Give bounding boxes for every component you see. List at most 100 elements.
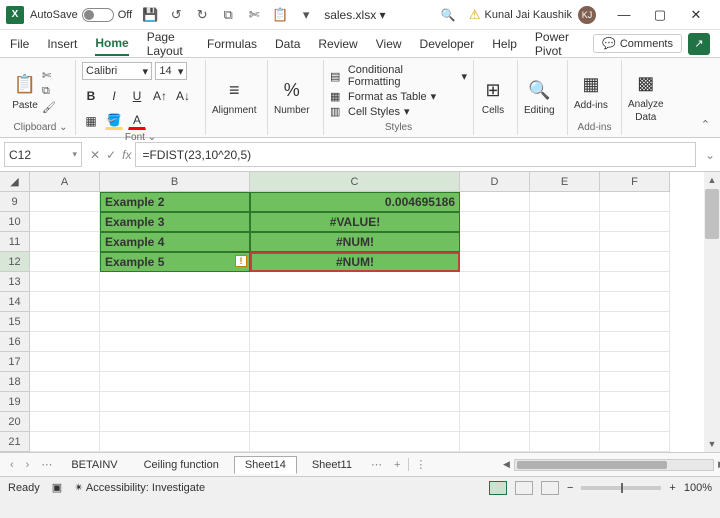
horizontal-scrollbar[interactable]: ◀▶ xyxy=(514,459,714,471)
cell-A10[interactable] xyxy=(30,212,100,232)
cell-D10[interactable] xyxy=(460,212,530,232)
comments-button[interactable]: 💬 Comments xyxy=(593,34,682,53)
row-header-18[interactable]: 18 xyxy=(0,372,30,392)
tab-review[interactable]: Review xyxy=(318,33,357,55)
cut-icon[interactable]: ✄ xyxy=(246,7,262,23)
cell-B9[interactable]: Example 2 xyxy=(100,192,250,212)
cancel-formula-icon[interactable]: ✕ xyxy=(90,148,100,162)
cut-mini-icon[interactable]: ✄ xyxy=(42,69,58,82)
row-header-12[interactable]: 12 xyxy=(0,252,30,272)
cell-A9[interactable] xyxy=(30,192,100,212)
tab-help[interactable]: Help xyxy=(492,33,517,55)
tab-home[interactable]: Home xyxy=(95,32,128,56)
tab-page-layout[interactable]: Page Layout xyxy=(147,26,189,62)
spreadsheet-grid[interactable]: ◢ A B C D E F 9 Example 2 0.004695186 10… xyxy=(0,172,720,452)
col-header-F[interactable]: F xyxy=(600,172,670,192)
underline-button[interactable]: U xyxy=(128,87,146,105)
scroll-thumb[interactable] xyxy=(705,189,719,239)
row-header-9[interactable]: 9 xyxy=(0,192,30,212)
cell-styles-button[interactable]: ▥Cell Styles ▾ xyxy=(330,105,467,118)
zoom-out-icon[interactable]: − xyxy=(567,482,573,494)
bold-button[interactable]: B xyxy=(82,87,100,105)
italic-button[interactable]: I xyxy=(105,87,123,105)
copy-icon[interactable]: ⧉ xyxy=(220,7,236,23)
formula-input[interactable]: =FDIST(23,10^20,5) xyxy=(135,142,696,167)
cell-D9[interactable] xyxy=(460,192,530,212)
row-header-21[interactable]: 21 xyxy=(0,432,30,452)
row-header-19[interactable]: 19 xyxy=(0,392,30,412)
sheet-tab-ceiling[interactable]: Ceiling function xyxy=(133,456,230,474)
tab-data[interactable]: Data xyxy=(275,33,300,55)
cell-B12[interactable]: Example 5! xyxy=(100,252,250,272)
col-header-B[interactable]: B xyxy=(100,172,250,192)
user-avatar[interactable]: KJ xyxy=(578,6,596,24)
cell-B10[interactable]: Example 3 xyxy=(100,212,250,232)
select-all-corner[interactable]: ◢ xyxy=(0,172,30,192)
tab-split-handle[interactable]: ⋮ xyxy=(408,458,430,471)
col-header-D[interactable]: D xyxy=(460,172,530,192)
warning-icon[interactable]: ⚠ xyxy=(469,7,481,23)
format-painter-icon[interactable]: 🖌 xyxy=(42,101,58,114)
cell-C12[interactable]: #NUM! xyxy=(250,252,460,272)
sheet-tab-sheet14[interactable]: Sheet14 xyxy=(234,456,297,474)
fill-color-button[interactable]: 🪣 xyxy=(105,112,123,130)
addins-button[interactable]: ▦Add-ins xyxy=(574,72,608,111)
sheet-tab-sheet11[interactable]: Sheet11 xyxy=(301,456,363,474)
sheet-nav-next-icon[interactable]: › xyxy=(22,459,34,471)
row-header-10[interactable]: 10 xyxy=(0,212,30,232)
row-header-17[interactable]: 17 xyxy=(0,352,30,372)
minimize-button[interactable]: — xyxy=(606,1,642,29)
autosave-toggle[interactable]: AutoSave Off xyxy=(30,8,132,22)
row-header-14[interactable]: 14 xyxy=(0,292,30,312)
accessibility-status[interactable]: ✴ Accessibility: Investigate xyxy=(74,481,205,494)
row-header-11[interactable]: 11 xyxy=(0,232,30,252)
cell-F11[interactable] xyxy=(600,232,670,252)
cell-F9[interactable] xyxy=(600,192,670,212)
cell-A11[interactable] xyxy=(30,232,100,252)
analyze-data-button[interactable]: ▩AnalyzeData xyxy=(628,71,664,123)
autosave-switch-icon[interactable] xyxy=(82,8,114,22)
font-size-select[interactable]: 14 ▾ xyxy=(155,62,187,80)
row-header-20[interactable]: 20 xyxy=(0,412,30,432)
cell-E9[interactable] xyxy=(530,192,600,212)
decrease-font-icon[interactable]: A↓ xyxy=(174,87,192,105)
paste-qat-icon[interactable]: 📋 xyxy=(272,7,288,23)
tab-power-pivot[interactable]: Power Pivot xyxy=(535,26,575,62)
user-name[interactable]: Kunal Jai Kaushik xyxy=(485,9,572,21)
name-box[interactable]: C12▾ xyxy=(4,142,82,167)
cell-E10[interactable] xyxy=(530,212,600,232)
sheet-more-icon[interactable]: ⋯ xyxy=(367,458,386,471)
alignment-button[interactable]: ≡ Alignment xyxy=(212,77,256,116)
cell-C10[interactable]: #VALUE! xyxy=(250,212,460,232)
tab-developer[interactable]: Developer xyxy=(420,33,475,55)
maximize-button[interactable]: ▢ xyxy=(642,1,678,29)
tab-insert[interactable]: Insert xyxy=(47,33,77,55)
search-icon[interactable]: 🔍 xyxy=(441,8,457,22)
cell-A12[interactable] xyxy=(30,252,100,272)
hscroll-thumb[interactable] xyxy=(517,461,667,469)
cell-B11[interactable]: Example 4 xyxy=(100,232,250,252)
conditional-formatting-button[interactable]: ▤Conditional Formatting ▾ xyxy=(330,64,467,88)
fx-icon[interactable]: fx xyxy=(122,148,131,162)
cell-C9[interactable]: 0.004695186 xyxy=(250,192,460,212)
cell-C11[interactable]: #NUM! xyxy=(250,232,460,252)
page-layout-view-icon[interactable] xyxy=(515,481,533,495)
cell-D12[interactable] xyxy=(460,252,530,272)
font-color-button[interactable]: A xyxy=(128,112,146,130)
sheet-nav-prev-icon[interactable]: ‹ xyxy=(6,459,18,471)
row-header-15[interactable]: 15 xyxy=(0,312,30,332)
save-icon[interactable]: 💾 xyxy=(142,7,158,23)
cell-D11[interactable] xyxy=(460,232,530,252)
scroll-down-icon[interactable]: ▼ xyxy=(704,436,720,452)
tab-file[interactable]: File xyxy=(10,33,29,55)
cell-F12[interactable] xyxy=(600,252,670,272)
normal-view-icon[interactable] xyxy=(489,481,507,495)
borders-button[interactable]: ▦ xyxy=(82,112,100,130)
zoom-level[interactable]: 100% xyxy=(684,482,712,494)
qat-dropdown-icon[interactable]: ▾ xyxy=(298,7,314,23)
tab-view[interactable]: View xyxy=(376,33,402,55)
expand-formula-bar-icon[interactable]: ⌄ xyxy=(700,138,720,171)
col-header-C[interactable]: C xyxy=(250,172,460,192)
sheet-nav-more-icon[interactable]: ⋯ xyxy=(37,458,56,471)
increase-font-icon[interactable]: A↑ xyxy=(151,87,169,105)
